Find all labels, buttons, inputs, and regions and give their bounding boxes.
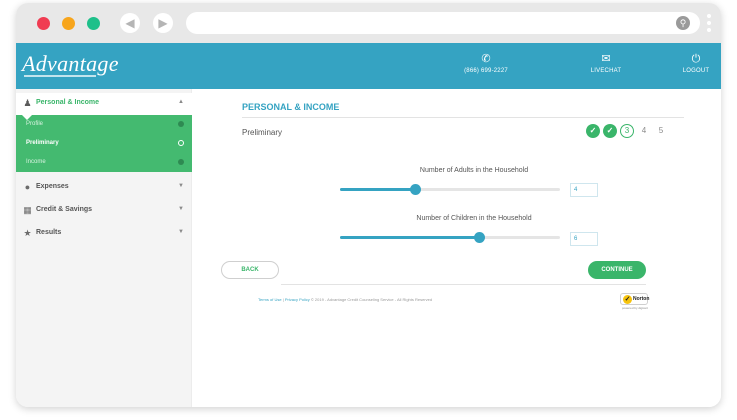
terms-link[interactable]: Terms of Use xyxy=(258,297,282,302)
children-slider[interactable] xyxy=(340,232,560,243)
step-5: 5 xyxy=(658,126,664,135)
step-3-current[interactable]: 3 xyxy=(620,124,634,138)
chevron-down-icon: ▼ xyxy=(178,206,184,212)
power-icon: ⏻ xyxy=(691,53,701,65)
children-slider-thumb[interactable] xyxy=(473,232,485,243)
children-count-input[interactable]: 6 xyxy=(570,232,598,246)
star-icon: ★ xyxy=(23,228,32,238)
footer-text: Terms of Use | Privacy Policy © 2019 - A… xyxy=(258,297,432,302)
step-1-complete[interactable]: ✓ xyxy=(586,124,600,138)
minimize-window-button[interactable] xyxy=(62,17,75,30)
continue-button[interactable]: CONTINUE xyxy=(588,261,646,279)
footer-divider xyxy=(281,284,646,285)
maximize-window-button[interactable] xyxy=(87,17,100,30)
title-divider xyxy=(242,117,684,118)
bank-icon: ▦ xyxy=(23,205,32,215)
sidebar-item-label: Income xyxy=(26,159,46,165)
copyright-text: © 2019 - Advantage Credit Counseling Ser… xyxy=(310,297,433,302)
adults-slider-thumb[interactable] xyxy=(409,184,421,195)
chevron-down-icon: ▼ xyxy=(178,229,184,235)
step-2-complete[interactable]: ✓ xyxy=(603,124,617,138)
privacy-link[interactable]: Privacy Policy xyxy=(285,297,310,302)
sidebar-section-credit-savings[interactable]: ▦ Credit & Savings ▼ xyxy=(16,200,192,222)
livechat-link[interactable]: ✉ LIVECHAT xyxy=(586,53,626,74)
sidebar-section-expenses[interactable]: ● Expenses ▼ xyxy=(16,177,192,199)
site-logo[interactable]: Advantage xyxy=(22,51,119,77)
site-header: Advantage ✆ (866) 699-2227 ✉ LIVECHAT ⏻ … xyxy=(16,43,721,89)
back-arrow-icon[interactable]: ◀ xyxy=(120,13,140,33)
back-button[interactable]: BACK xyxy=(221,261,279,279)
sidebar: ♟ Personal & Income ▲ Profile Preliminar… xyxy=(16,89,192,407)
sidebar-section-label: Credit & Savings xyxy=(36,206,93,213)
search-icon[interactable]: ⚲ xyxy=(676,16,690,30)
adults-slider[interactable] xyxy=(340,184,560,195)
step-4: 4 xyxy=(641,126,647,135)
sidebar-section-personal-income[interactable]: ♟ Personal & Income ▲ xyxy=(16,93,192,115)
phone-number: (866) 699-2227 xyxy=(464,68,508,74)
current-status-icon xyxy=(178,140,184,146)
complete-status-icon xyxy=(178,121,184,127)
browser-menu-icon[interactable] xyxy=(707,14,711,32)
complete-status-icon xyxy=(178,159,184,165)
address-bar[interactable]: ⚲ xyxy=(186,12,700,34)
norton-label: Norton xyxy=(633,296,650,302)
adults-count-input[interactable]: 4 xyxy=(570,183,598,197)
dollar-icon: ● xyxy=(24,182,31,192)
logout-label: LOGOUT xyxy=(682,68,710,74)
browser-toolbar: ◀ ▶ ⚲ xyxy=(16,3,721,43)
norton-sub-label: powered by digicert xyxy=(622,306,649,310)
chevron-down-icon: ▼ xyxy=(178,183,184,189)
phone-link[interactable]: ✆ (866) 699-2227 xyxy=(456,53,516,74)
adults-label: Number of Adults in the Household xyxy=(419,167,529,174)
checkmark-icon: ✓ xyxy=(623,295,632,304)
norton-badge[interactable]: ✓ Norton xyxy=(620,293,650,305)
current-step-name: Preliminary xyxy=(242,128,283,137)
active-pointer xyxy=(22,115,32,120)
page-title: PERSONAL & INCOME xyxy=(242,102,340,112)
sidebar-item-preliminary[interactable]: Preliminary xyxy=(16,134,192,153)
sidebar-item-income[interactable]: Income xyxy=(16,153,192,172)
chat-icon: ✉ xyxy=(601,53,611,65)
sidebar-section-label: Results xyxy=(36,229,62,236)
sidebar-item-label: Profile xyxy=(26,121,44,127)
main-content: PERSONAL & INCOME Preliminary ✓ ✓ 3 4 5 … xyxy=(192,89,721,407)
sidebar-item-label: Preliminary xyxy=(26,140,59,146)
children-slider-fill xyxy=(340,236,479,239)
adults-slider-fill xyxy=(340,188,415,191)
logo-tagline-bar xyxy=(24,75,96,77)
chevron-up-icon: ▲ xyxy=(178,99,184,105)
forward-arrow-icon[interactable]: ▶ xyxy=(153,13,173,33)
sidebar-section-label: Personal & Income xyxy=(36,99,100,106)
children-label: Number of Children in the Household xyxy=(416,215,532,222)
logout-link[interactable]: ⏻ LOGOUT xyxy=(676,53,716,74)
people-icon: ♟ xyxy=(23,98,32,108)
sidebar-item-profile[interactable]: Profile xyxy=(16,115,192,134)
sidebar-section-label: Expenses xyxy=(36,183,69,190)
browser-window: ◀ ▶ ⚲ Advantage ✆ (866) 699-2227 ✉ LIVEC… xyxy=(16,3,721,407)
phone-icon: ✆ xyxy=(481,53,491,65)
sidebar-section-results[interactable]: ★ Results ▼ xyxy=(16,223,192,245)
livechat-label: LIVECHAT xyxy=(590,68,622,74)
close-window-button[interactable] xyxy=(37,17,50,30)
